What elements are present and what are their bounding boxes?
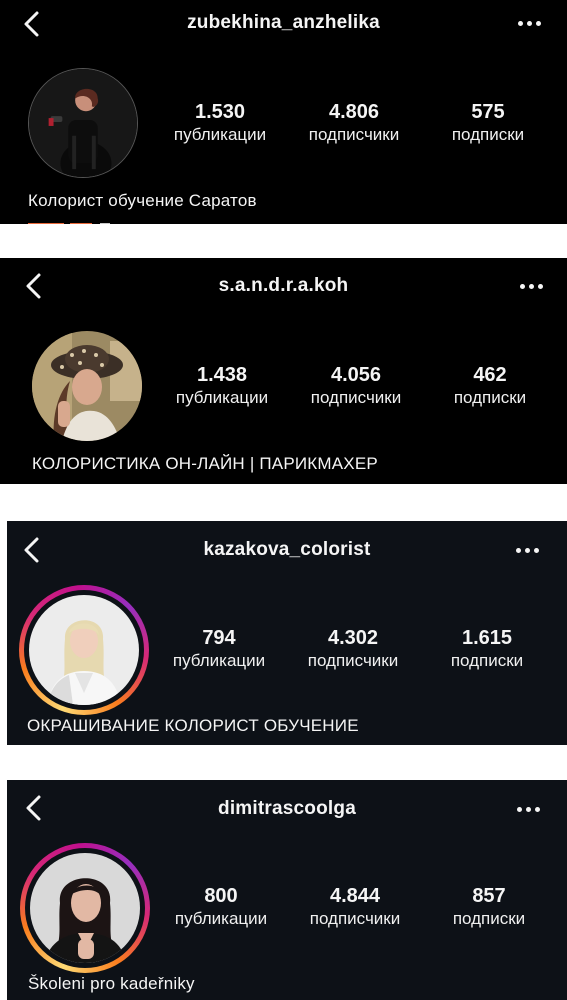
profile-bio: Školeni pro kadeřniky — [28, 974, 195, 993]
stat-value: 4.844 — [329, 885, 381, 907]
stat-label: подписки — [450, 651, 524, 670]
stat-value: 4.302 — [327, 627, 379, 649]
cropped-link-line — [28, 216, 118, 224]
stat-value: 4.806 — [328, 101, 380, 123]
more-horizontal-icon[interactable] — [518, 281, 546, 291]
profile-bio: ОКРАШИВАНИЕ КОЛОРИСТ ОБУЧЕНИЕ — [27, 716, 359, 735]
more-horizontal-icon[interactable] — [515, 804, 543, 814]
story-ring[interactable] — [19, 585, 149, 715]
cropped-link-line — [32, 478, 122, 484]
stat-label: публикации — [175, 388, 269, 407]
stat-following[interactable]: 575 подписки — [428, 100, 548, 146]
stat-following[interactable]: 1.615 подписки — [427, 626, 547, 672]
stat-value: 1.615 — [461, 627, 513, 649]
story-ring[interactable] — [20, 843, 150, 973]
profile-username: zubekhina_anzhelika — [187, 12, 380, 33]
stat-value: 462 — [473, 364, 507, 386]
avatar — [29, 595, 139, 705]
stat-followers[interactable]: 4.302 подписчики — [293, 626, 413, 672]
stat-label: подписки — [452, 909, 526, 928]
stat-posts[interactable]: 1.530 публикации — [160, 100, 280, 146]
stat-posts[interactable]: 800 публикации — [161, 884, 281, 930]
stat-label: подписчики — [310, 388, 402, 407]
profile-username: dimitrascoolga — [218, 798, 356, 819]
avatar — [30, 853, 140, 963]
more-horizontal-icon[interactable] — [514, 545, 542, 555]
stat-value: 1.438 — [196, 364, 248, 386]
stat-value: 794 — [202, 627, 236, 649]
stat-value: 4.056 — [330, 364, 382, 386]
stat-label: подписки — [453, 388, 527, 407]
profile-header-4: dimitrascoolga 800 публикации 4.844 подп… — [7, 780, 567, 1000]
stat-following[interactable]: 857 подписки — [429, 884, 549, 930]
stat-followers[interactable]: 4.844 подписчики — [295, 884, 415, 930]
profile-username: kazakova_colorist — [203, 539, 371, 560]
stat-label: публикации — [174, 909, 268, 928]
stat-label: подписчики — [307, 651, 399, 670]
stat-value: 857 — [472, 885, 506, 907]
profile-username: s.a.n.d.r.a.koh — [218, 275, 349, 296]
profile-bio: КОЛОРИСТИКА ОН-ЛАЙН | ПАРИКМАХЕР — [32, 454, 378, 473]
stat-label: подписки — [451, 125, 525, 144]
stat-posts[interactable]: 794 публикации — [159, 626, 279, 672]
stat-label: подписчики — [309, 909, 401, 928]
stat-followers[interactable]: 4.806 подписчики — [294, 100, 414, 146]
profile-header-1: zubekhina_anzhelika 1.530 публикации 4.8… — [0, 0, 567, 224]
stat-value: 1.530 — [194, 101, 246, 123]
avatar[interactable] — [32, 331, 142, 441]
stat-value: 800 — [204, 885, 238, 907]
stat-label: публикации — [172, 651, 266, 670]
profile-header-3: kazakova_colorist 794 публикации 4.302 п… — [7, 521, 567, 745]
stat-label: публикации — [173, 125, 267, 144]
profile-header-2: s.a.n.d.r.a.koh 1.438 публикации 4.056 п… — [0, 258, 567, 484]
more-horizontal-icon[interactable] — [516, 18, 544, 28]
stat-followers[interactable]: 4.056 подписчики — [296, 363, 416, 409]
stat-label: подписчики — [308, 125, 400, 144]
cropped-link-line — [27, 739, 117, 745]
avatar[interactable] — [28, 68, 138, 178]
stat-value: 575 — [471, 101, 505, 123]
stat-following[interactable]: 462 подписки — [430, 363, 550, 409]
stat-posts[interactable]: 1.438 публикации — [162, 363, 282, 409]
profile-bio: Колорист обучение Саратов — [28, 191, 257, 210]
